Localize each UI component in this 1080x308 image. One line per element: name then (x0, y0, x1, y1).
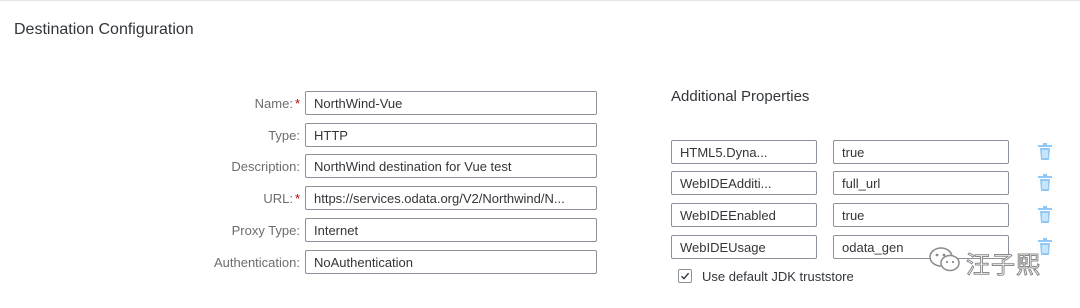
required-marker: * (294, 191, 300, 206)
watermark-text: 汪子熙 (966, 251, 1041, 280)
property-key-input[interactable]: WebIDEUsage (671, 235, 817, 259)
required-marker: * (294, 96, 300, 111)
truststore-label: Use default JDK truststore (702, 269, 854, 284)
url-label-text: URL: (263, 191, 293, 206)
checkmark-icon (681, 272, 690, 280)
authentication-input[interactable]: NoAuthentication (305, 250, 597, 274)
property-key-input[interactable]: WebIDEAdditi... (671, 171, 817, 195)
property-value-input[interactable]: true (833, 203, 1009, 227)
url-input[interactable]: https://services.odata.org/V2/Northwind/… (305, 186, 597, 210)
property-value-input[interactable]: full_url (833, 171, 1009, 195)
trash-icon[interactable] (1037, 143, 1053, 161)
proxy-type-label: Proxy Type: (231, 223, 300, 238)
watermark: 汪子熙 (928, 243, 1078, 280)
description-input[interactable]: NorthWind destination for Vue test (305, 154, 597, 178)
name-label-text: Name: (254, 96, 293, 111)
type-input[interactable]: HTTP (305, 123, 597, 147)
type-label: Type: (268, 128, 300, 143)
description-label: Description: (231, 159, 300, 174)
property-key-input[interactable]: HTML5.Dyna... (671, 140, 817, 164)
page-title: Destination Configuration (14, 21, 194, 38)
url-label: URL: * (263, 191, 300, 206)
proxy-type-input[interactable]: Internet (305, 218, 597, 242)
authentication-label: Authentication: (213, 255, 300, 270)
destination-configuration-page: Destination Configuration Name: * NorthWi… (0, 0, 1080, 308)
trash-icon[interactable] (1037, 174, 1053, 192)
name-label: Name: * (255, 96, 300, 111)
trash-icon[interactable] (1037, 206, 1053, 224)
property-key-input[interactable]: WebIDEEnabled (671, 203, 817, 227)
truststore-checkbox[interactable] (678, 269, 692, 283)
property-value-input[interactable]: true (833, 140, 1009, 164)
wechat-icon (929, 247, 960, 272)
name-input[interactable]: NorthWind-Vue (305, 91, 597, 115)
additional-properties-title: Additional Properties (671, 88, 810, 105)
